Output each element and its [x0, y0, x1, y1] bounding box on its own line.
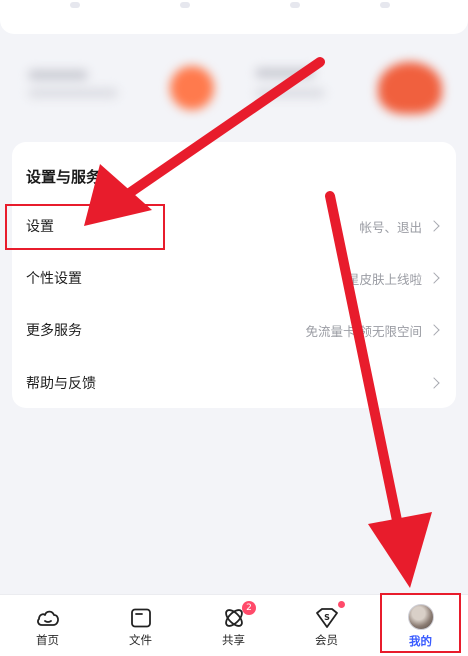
- row-subtext: 帐号、退出: [359, 219, 422, 235]
- blurred-promo-icon: [170, 66, 214, 110]
- row-personalization[interactable]: 个性设置 星皮肤上线啦: [12, 252, 456, 304]
- row-label: 帮助与反馈: [26, 376, 96, 392]
- tab-label: 首页: [36, 633, 59, 647]
- notification-dot: [338, 601, 345, 608]
- tab-label: 会员: [315, 633, 338, 647]
- chevron-right-icon: [428, 377, 440, 389]
- row-help-feedback[interactable]: 帮助与反馈: [12, 357, 456, 409]
- row-subtext: 免流量卡 领无限空间: [305, 323, 422, 339]
- row-more-services[interactable]: 更多服务 免流量卡 领无限空间: [12, 304, 456, 356]
- blurred-item: [70, 2, 80, 8]
- blurred-item: [290, 2, 300, 8]
- row-subtext: 星皮肤上线啦: [346, 271, 422, 287]
- tab-files[interactable]: 文件: [94, 595, 187, 656]
- chevron-right-icon: [428, 324, 440, 336]
- blurred-promo-icon: [378, 62, 442, 114]
- chevron-right-icon: [428, 220, 440, 232]
- card-title: 设置与服务: [26, 168, 102, 186]
- row-label: 更多服务: [26, 323, 82, 339]
- tab-label: 文件: [129, 633, 152, 647]
- blurred-promo-banner: [0, 44, 468, 134]
- highlight-box-mine-tab: [380, 593, 461, 653]
- folder-icon: [130, 608, 151, 628]
- highlight-box-settings: [5, 204, 165, 250]
- notification-badge: 2: [242, 601, 256, 615]
- tab-home[interactable]: 首页: [1, 595, 94, 656]
- svg-text:S: S: [324, 613, 330, 622]
- blurred-item: [180, 2, 190, 8]
- tab-share[interactable]: 2 共享: [187, 595, 280, 656]
- chevron-right-icon: [428, 272, 440, 284]
- top-panel: [0, 0, 468, 34]
- home-cloud-icon: [36, 610, 59, 626]
- vip-shield-icon: S: [315, 608, 338, 628]
- tab-vip[interactable]: S 会员: [280, 595, 373, 656]
- tab-label: 共享: [222, 633, 245, 647]
- blurred-item: [380, 2, 390, 8]
- row-label: 个性设置: [26, 271, 82, 287]
